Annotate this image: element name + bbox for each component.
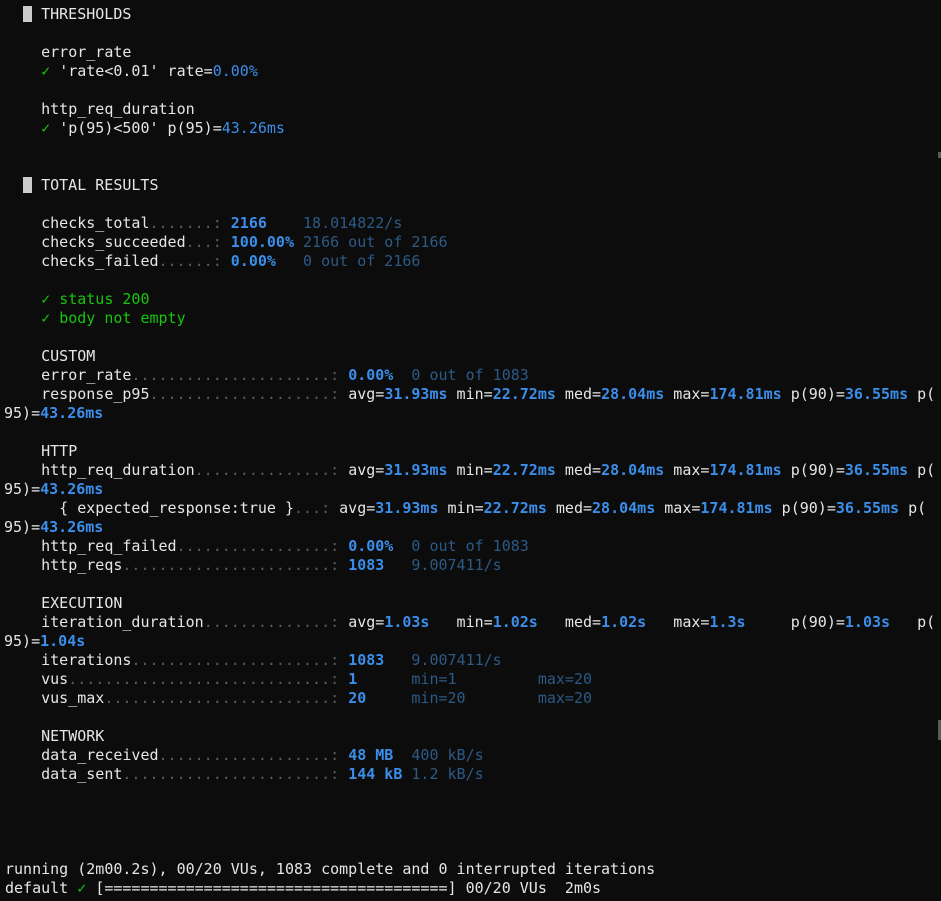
check-body-not-empty: ✓ body not empty <box>41 309 186 327</box>
data-sent-row: data_sent.......................: 144 kB… <box>41 765 484 783</box>
threshold-duration-value: 43.26ms <box>221 119 285 137</box>
http-req-duration-row: http_req_duration...............: avg=31… <box>41 461 936 479</box>
check-icon: ✓ <box>41 62 51 80</box>
checks-total-row: checks_total.......: 2166 18.014822/s <box>41 214 403 232</box>
expected-response-row: { expected_response:true }...: avg=31.93… <box>41 499 927 517</box>
threshold-duration-metric: http_req_duration <box>41 100 195 118</box>
threshold-error-rate-line: ✓ 'rate<0.01' rate=0.00% <box>41 62 258 80</box>
check-icon: ✓ <box>41 119 51 137</box>
scenario-progress-line: default ✓ [=============================… <box>5 879 602 897</box>
threshold-error-rate-metric: error_rate <box>41 43 132 61</box>
http-reqs-row: http_reqs.......................: 1083 9… <box>41 556 502 574</box>
check-icon: ✓ <box>77 879 87 897</box>
running-status-line: running (2m00.2s), 00/20 VUs, 1083 compl… <box>5 860 656 878</box>
http-req-duration-wrap: 95)=43.26ms <box>4 480 104 498</box>
custom-header: CUSTOM <box>41 347 96 365</box>
response-p95-row: response_p95....................: avg=31… <box>41 385 936 403</box>
checks-succeeded-row: checks_succeeded...: 100.00% 2166 out of… <box>41 233 448 251</box>
http-req-failed-row: http_req_failed.................: 0.00% … <box>41 537 529 555</box>
section-bar-icon <box>23 177 33 193</box>
iterations-row: iterations......................: 1083 9… <box>41 651 502 669</box>
check-icon: ✓ <box>41 290 51 308</box>
section-bar-icon <box>23 6 33 22</box>
progress-bar: [======================================] <box>95 879 457 897</box>
terminal-window[interactable]: THRESHOLDS error_rate ✓ 'rate<0.01' rate… <box>0 0 941 901</box>
execution-header: EXECUTION <box>41 594 123 612</box>
response-p95-wrap: 95)=43.26ms <box>4 404 104 422</box>
check-status-200: ✓ status 200 <box>41 290 150 308</box>
data-received-row: data_received...................: 48 MB … <box>41 746 484 764</box>
thresholds-header: THRESHOLDS <box>5 5 131 24</box>
http-header: HTTP <box>41 442 78 460</box>
iteration-duration-wrap: 95)=1.04s <box>4 632 86 650</box>
check-icon: ✓ <box>41 309 51 327</box>
expected-response-wrap: 95)=43.26ms <box>4 518 104 536</box>
vus-row: vus.............................: 1 min=… <box>41 670 593 688</box>
custom-error-rate-row: error_rate......................: 0.00% … <box>41 366 529 384</box>
network-header: NETWORK <box>41 727 105 745</box>
total-results-header: TOTAL RESULTS <box>5 176 159 195</box>
threshold-duration-line: ✓ 'p(95)<500' p(95)=43.26ms <box>41 119 285 137</box>
threshold-error-rate-value: 0.00% <box>212 62 258 80</box>
iteration-duration-row: iteration_duration..............: avg=1.… <box>41 613 936 631</box>
checks-failed-row: checks_failed......: 0.00% 0 out of 2166 <box>41 252 421 270</box>
vus-max-row: vus_max.........................: 20 min… <box>41 689 593 707</box>
